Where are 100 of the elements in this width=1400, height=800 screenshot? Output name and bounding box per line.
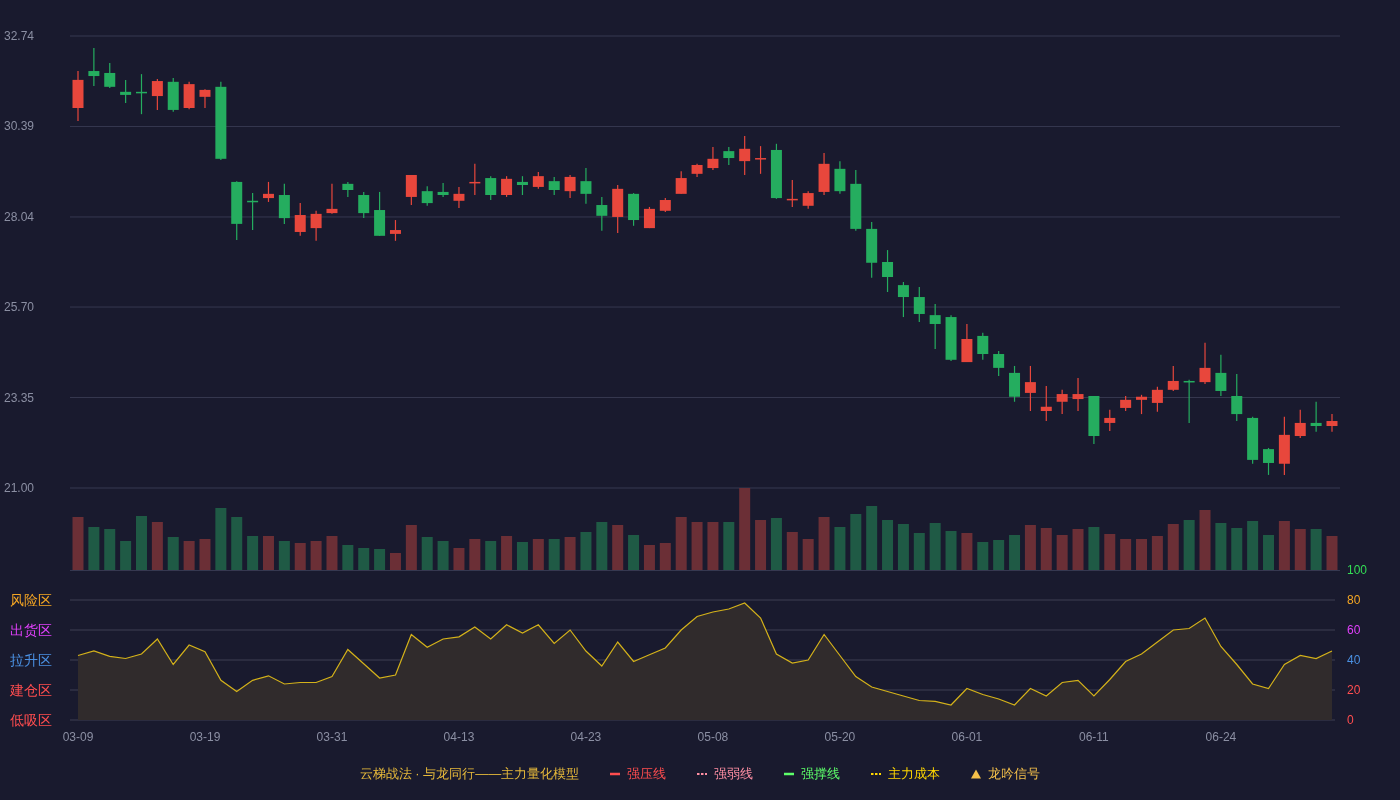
candlestick <box>1231 373 1243 422</box>
volume-bar <box>167 537 179 570</box>
volume-bar <box>1247 521 1259 570</box>
volume-bar <box>596 522 608 570</box>
volume-bar <box>231 517 243 570</box>
candlestick <box>929 303 941 350</box>
axis-label: 05-08 <box>697 730 729 744</box>
volume-bar <box>993 540 1005 570</box>
candlestick <box>1278 416 1290 476</box>
candlestick <box>659 197 671 213</box>
volume-bar <box>1231 528 1243 570</box>
candlestick <box>993 350 1005 377</box>
volume-bar <box>294 543 306 570</box>
axis-label: 03-09 <box>62 730 94 744</box>
volume-bar <box>437 541 449 570</box>
volume-bar <box>643 545 655 570</box>
candlestick <box>628 192 640 227</box>
axis-label: 32.74 <box>4 29 35 43</box>
volume-bar <box>1040 528 1052 570</box>
candlestick <box>389 219 401 242</box>
volume-bar <box>358 548 370 570</box>
legend-label: 强压线 <box>627 765 667 784</box>
axis-label: 30.39 <box>4 119 35 134</box>
candlestick <box>739 135 751 176</box>
volume-bar <box>1151 536 1163 570</box>
candlestick <box>469 163 481 196</box>
volume-bar <box>961 533 973 570</box>
candlestick <box>1326 413 1338 433</box>
legend-title: 云梯战法 · 与龙同行——主力量化模型 <box>359 765 580 784</box>
volume-bar <box>469 539 481 570</box>
candlestick <box>1151 386 1163 413</box>
candlestick <box>596 196 608 232</box>
volume-bar <box>548 539 560 570</box>
candlestick <box>374 191 386 237</box>
volume-bar <box>850 514 862 570</box>
candlestick <box>516 175 528 196</box>
candlestick <box>1009 365 1021 403</box>
axis-label: 06-01 <box>951 730 983 744</box>
volume-bar <box>580 532 592 570</box>
volume-bar <box>310 541 322 570</box>
legend-label: 龙吟信号 <box>988 765 1041 784</box>
volume-bar <box>215 508 227 570</box>
candlestick <box>1136 394 1147 415</box>
axis-label: 0 <box>1347 713 1354 727</box>
zone-label: 出货区 <box>10 622 52 638</box>
volume-bar <box>723 522 735 570</box>
legend-label: 强撑线 <box>801 765 841 784</box>
candlestick <box>310 210 322 242</box>
candlestick <box>342 181 354 198</box>
volume-bar <box>1183 520 1195 570</box>
volume-bar <box>278 541 290 570</box>
axis-label: 28.04 <box>4 209 35 224</box>
candlestick <box>1310 401 1322 433</box>
candlestick <box>850 169 862 232</box>
volume-bar <box>707 522 719 570</box>
candlestick <box>834 160 846 195</box>
volume-bar <box>659 543 671 570</box>
candlestick <box>358 191 370 219</box>
legend-label: 强弱线 <box>714 765 754 784</box>
axis-label: 25.70 <box>4 300 35 315</box>
candlestick <box>120 79 132 104</box>
volume-bar <box>1278 521 1290 570</box>
volume-bar <box>374 549 386 570</box>
candlestick <box>548 176 560 196</box>
volume-bar <box>199 539 211 570</box>
candlestick <box>897 281 909 318</box>
zone-label: 建仓区 <box>10 682 52 698</box>
volume-bar <box>1294 529 1306 570</box>
axis-label: 03-19 <box>189 730 221 744</box>
volume-bar <box>72 517 84 570</box>
axis-label: 06-11 <box>1079 730 1109 744</box>
volume-bar <box>1326 536 1338 570</box>
volume-bar <box>1120 539 1132 570</box>
volume-bar <box>405 525 417 570</box>
axis-label: 100 <box>1347 563 1368 577</box>
volume-bar <box>770 518 782 570</box>
candlestick <box>564 174 576 199</box>
candlestick <box>1247 416 1259 465</box>
candlestick <box>1040 385 1052 422</box>
candlestick <box>247 192 259 231</box>
candlestick <box>1104 409 1116 432</box>
axis-label: 40 <box>1347 653 1361 667</box>
volume-bar <box>913 533 925 570</box>
candlestick <box>278 183 290 225</box>
candlestick <box>612 184 624 234</box>
volume-bar <box>136 516 147 570</box>
candlestick <box>199 88 211 109</box>
legend-label: 主力成本 <box>888 765 941 784</box>
volume-bar <box>485 541 497 570</box>
candlestick <box>723 146 735 166</box>
candlestick <box>977 332 989 361</box>
candlestick <box>183 81 195 110</box>
candlestick <box>326 183 338 215</box>
candlestick <box>136 73 147 115</box>
candlestick <box>421 185 433 207</box>
axis-label: 23.35 <box>4 390 35 405</box>
volume-bar <box>1056 535 1068 570</box>
candlestick <box>755 145 767 175</box>
axis-label: 60 <box>1347 623 1361 637</box>
volume-bar <box>516 542 528 570</box>
